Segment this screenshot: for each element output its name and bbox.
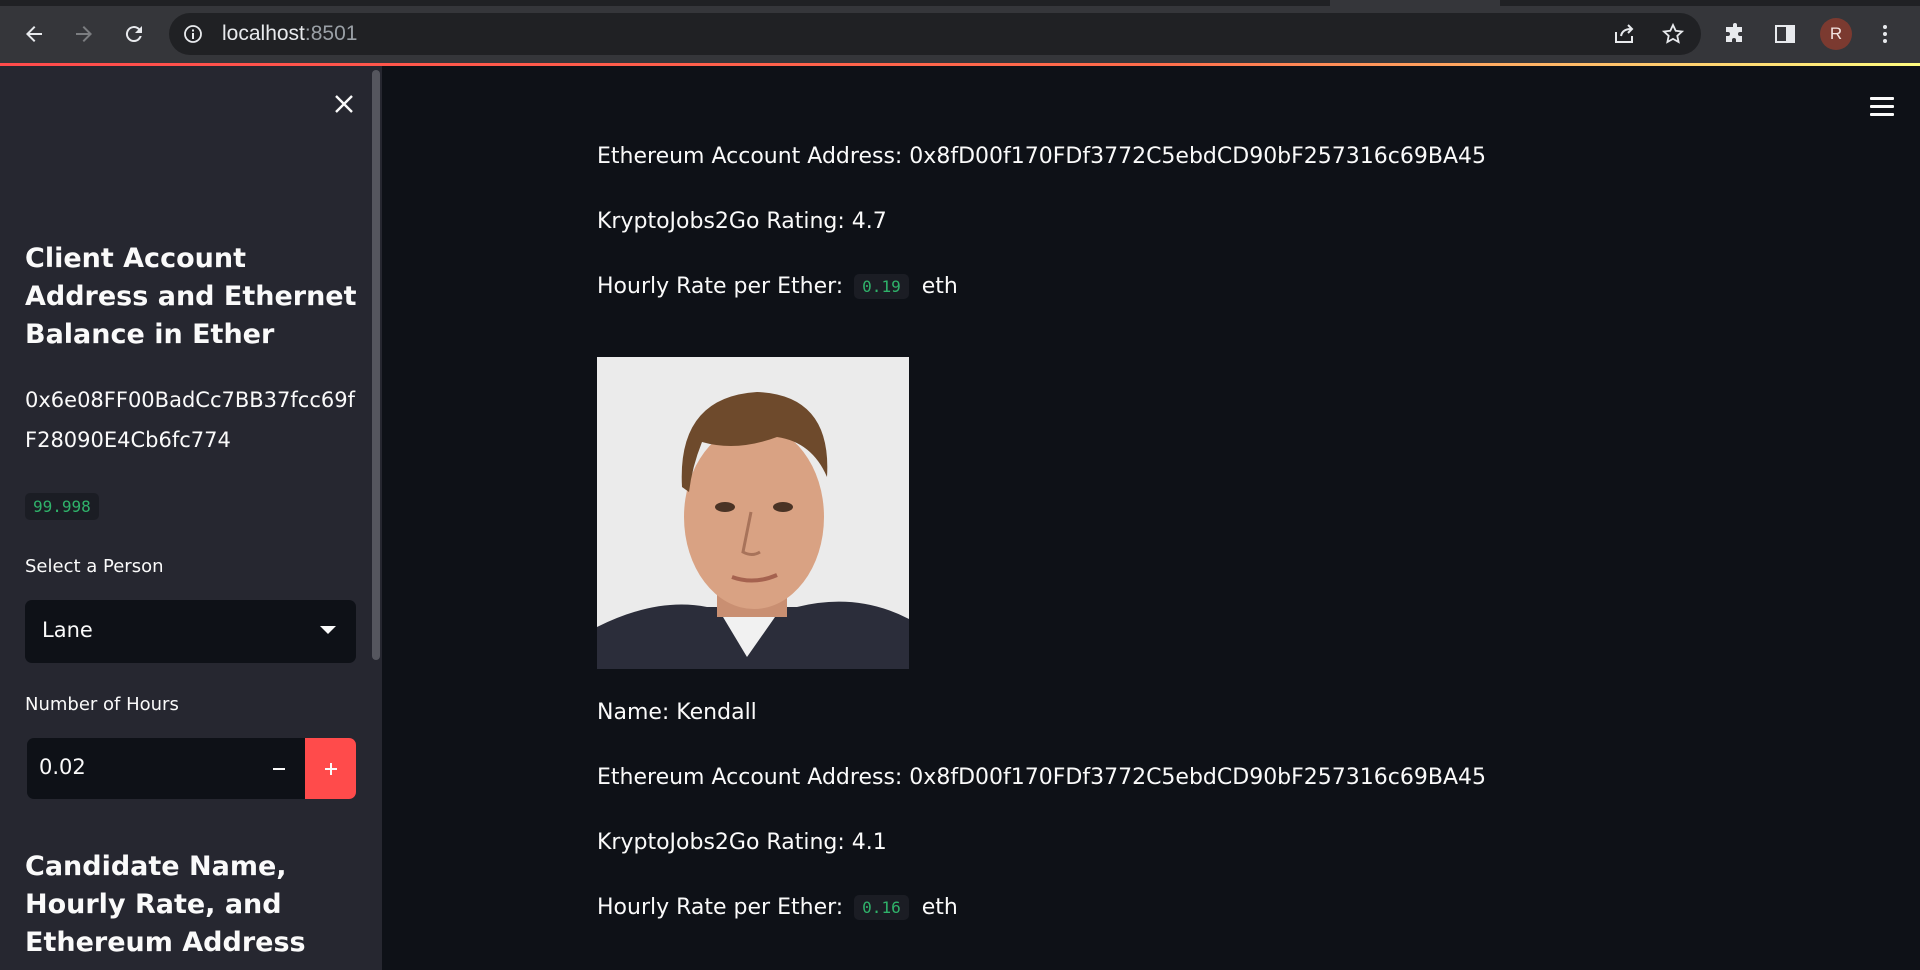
hours-number-input[interactable]: 0.02 (27, 738, 356, 799)
rate-label: Hourly Rate per Ether: (597, 895, 844, 920)
increment-button[interactable] (305, 738, 356, 799)
sidebar: Client Account Address and Ethernet Bala… (0, 66, 382, 970)
candidate-1-rate: Hourly Rate per Ether: 0.19 eth (597, 273, 958, 300)
close-sidebar-button[interactable] (330, 90, 358, 118)
tab-strip (0, 0, 1920, 6)
rate-unit: eth (921, 274, 958, 299)
browser-menu-icon[interactable] (1868, 17, 1902, 51)
url-port: :8501 (304, 22, 358, 45)
rate-unit: eth (921, 895, 958, 920)
back-icon[interactable] (17, 17, 51, 51)
menu-icon-bar (1870, 112, 1894, 116)
candidate-1-address: Ethereum Account Address: 0x8fD00f170FDf… (597, 144, 1487, 169)
chevron-down-icon (320, 626, 336, 634)
extensions-icon[interactable] (1718, 17, 1752, 51)
sidebar-scrollbar[interactable] (372, 70, 380, 660)
minus-icon (273, 767, 285, 770)
url-text: localhost:8501 (222, 22, 357, 46)
close-icon (335, 95, 353, 113)
candidate-photo (597, 357, 909, 669)
candidate-1-rating: KryptoJobs2Go Rating: 4.7 (597, 209, 887, 234)
candidate-2-address: Ethereum Account Address: 0x8fD00f170FDf… (597, 765, 1487, 790)
menu-icon (1870, 96, 1894, 100)
plus-icon (324, 762, 337, 775)
candidate-2-rating: KryptoJobs2Go Rating: 4.1 (597, 830, 887, 855)
rate-label: Hourly Rate per Ether: (597, 274, 844, 299)
main-menu-button[interactable] (1870, 92, 1898, 120)
sidebar-heading-balance: Client Account Address and Ethernet Bala… (25, 243, 357, 350)
active-tab[interactable] (1330, 0, 1500, 6)
share-icon[interactable] (1607, 17, 1641, 51)
forward-icon[interactable] (67, 17, 101, 51)
menu-icon-bar (1870, 104, 1894, 108)
hours-label: Number of Hours (25, 694, 179, 715)
select-person-dropdown[interactable]: Lane (25, 600, 356, 663)
candidate-2-rate: Hourly Rate per Ether: 0.16 eth (597, 894, 958, 921)
bookmark-star-icon[interactable] (1656, 17, 1690, 51)
url-host: localhost (222, 22, 305, 45)
candidate-2-name: Name: Kendall (597, 700, 757, 725)
browser-toolbar: localhost:8501 R (0, 0, 1920, 66)
rate-value: 0.16 (854, 894, 909, 920)
balance-value: 99.998 (25, 493, 99, 520)
select-person-label: Select a Person (25, 556, 164, 577)
address-bar[interactable]: localhost:8501 (169, 13, 1701, 55)
client-address: 0x6e08FF00BadCc7BB37fcc69fF28090E4Cb6fc7… (25, 388, 355, 452)
site-info-icon[interactable] (183, 24, 203, 48)
profile-avatar[interactable]: R (1820, 18, 1852, 50)
sidebar-heading-candidate: Candidate Name, Hourly Rate, and Ethereu… (25, 851, 306, 958)
decrement-button[interactable] (253, 738, 305, 799)
selected-person: Lane (42, 618, 93, 642)
rate-value: 0.19 (854, 273, 909, 299)
reload-icon[interactable] (117, 17, 151, 51)
side-panel-icon[interactable] (1768, 17, 1802, 51)
hours-value[interactable]: 0.02 (39, 755, 86, 779)
